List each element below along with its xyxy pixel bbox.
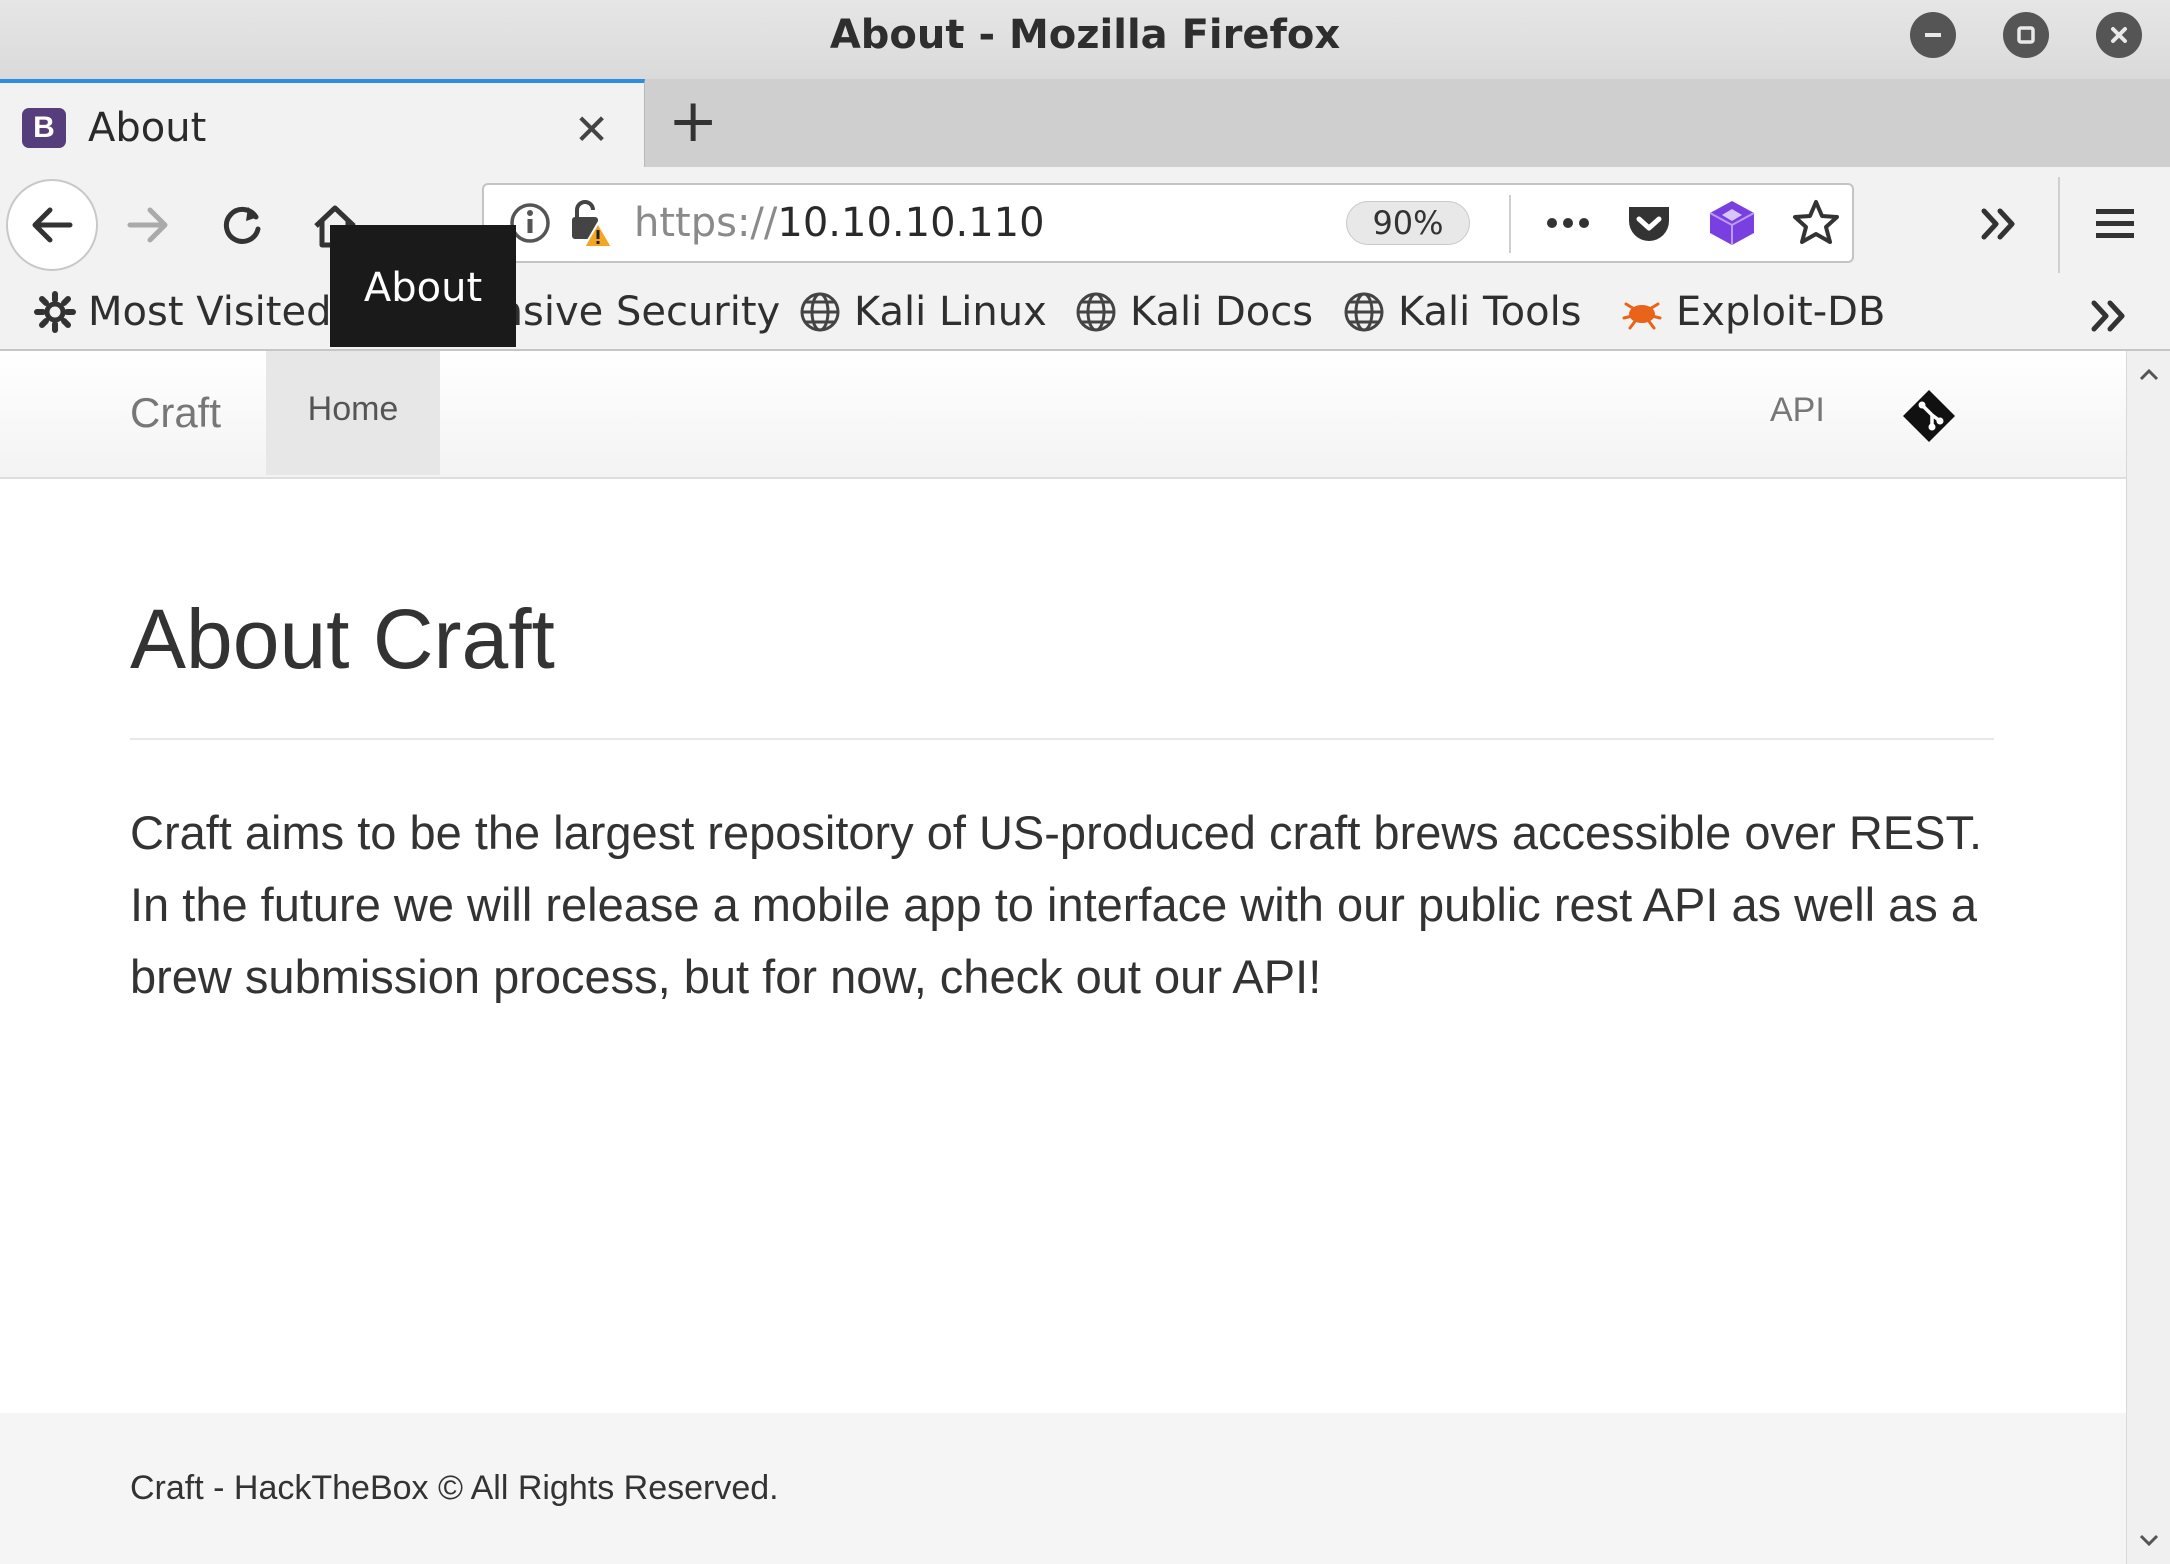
insecure-lock-warning-icon[interactable] [566,197,616,249]
url-text[interactable]: https://10.10.10.110 [634,200,1045,246]
bookmark-star-button[interactable] [1790,197,1842,249]
tab-about[interactable]: B About ✕ [0,79,645,168]
url-scheme: https:// [634,200,778,246]
bookmark-label: Kali Tools [1398,289,1582,335]
forward-button[interactable] [122,199,174,251]
bookmark-kali-linux[interactable]: Kali Linux [798,289,1047,335]
page-viewport: Craft Home API About Craft Craft aims to… [0,351,2126,1564]
scroll-up-icon [2139,368,2159,381]
overflow-menu-button[interactable] [1976,199,2026,249]
pocket-button[interactable] [1624,199,1674,247]
back-arrow-icon [32,207,73,243]
bookmark-label: Most Visited [88,289,332,335]
reload-icon [223,206,261,244]
more-dots-icon [1547,218,1589,228]
url-bar-separator [1509,195,1511,253]
tab-strip: B About ✕ + [0,79,2170,168]
new-tab-button[interactable]: + [668,91,718,151]
hamburger-menu-button[interactable] [2090,199,2140,249]
close-icon [2111,27,2127,43]
vertical-scrollbar[interactable] [2126,351,2170,1564]
bookmark-label: Kali Linux [854,289,1047,335]
reload-button[interactable] [216,199,268,251]
scroll-down-icon [2139,1534,2159,1547]
tab-label: About [88,105,207,151]
gear-icon [34,291,76,333]
bookmark-label: Kali Docs [1130,289,1314,335]
hamburger-icon [2096,209,2134,238]
site-brand-link[interactable]: Craft [130,389,221,437]
globe-icon [1344,292,1384,332]
double-chevron-icon [2091,300,2125,332]
page-actions-button[interactable] [1542,199,1594,247]
forward-arrow-icon [127,207,168,243]
window-titlebar: About - Mozilla Firefox [0,0,2170,79]
heading-divider [130,738,1994,740]
back-button[interactable] [6,179,98,271]
exploitdb-icon [1622,302,1662,330]
home-tooltip: About [330,225,516,347]
window-title: About - Mozilla Firefox [829,12,1341,58]
site-footer: Craft - HackTheBox © All Rights Reserved… [0,1413,2126,1564]
tab-close-icon[interactable]: ✕ [574,105,609,154]
zoom-level-button[interactable]: 90% [1346,201,1470,245]
bookmark-kali-docs[interactable]: Kali Docs [1074,289,1313,335]
double-chevron-icon [1981,208,2015,240]
nav-home-link[interactable]: Home [266,351,440,475]
minimize-icon [1925,33,1941,37]
maximize-button[interactable] [2003,12,2049,58]
close-window-button[interactable] [2096,12,2142,58]
bookmark-kali-tools[interactable]: Kali Tools [1342,289,1582,335]
bootstrap-favicon-icon: B [22,108,66,148]
minimize-button[interactable] [1910,12,1956,58]
extension-cube-icon [1709,201,1755,245]
git-icon[interactable] [1900,387,1958,449]
pocket-icon [1629,207,1669,241]
maximize-icon [2017,26,2035,44]
url-host: 10.10.10.110 [777,200,1045,246]
globe-icon [800,292,840,332]
extension-button[interactable] [1706,197,1758,249]
globe-icon [1076,292,1116,332]
url-bar[interactable]: https://10.10.10.110 90% [482,183,1854,263]
page-title: About Craft [130,592,555,686]
about-paragraph: Craft aims to be the largest repository … [130,806,1983,1003]
bookmark-exploit-db[interactable]: Exploit-DB [1620,289,1885,335]
nav-api-link[interactable]: API [1770,391,1825,430]
bookmarks-overflow-button[interactable] [2086,291,2136,341]
bookmarks-toolbar: Most Visited Offensive Security Kali Lin… [0,283,2170,351]
bookmark-most-visited[interactable]: Most Visited [34,289,331,335]
footer-copyright: Craft - HackTheBox © All Rights Reserved… [130,1469,779,1507]
site-navbar: Craft Home API [0,351,2126,479]
bookmark-label: Exploit-DB [1676,289,1886,335]
toolbar-separator [2058,177,2060,273]
star-icon [1793,200,1839,244]
navigation-toolbar: https://10.10.10.110 90% [0,167,2170,283]
